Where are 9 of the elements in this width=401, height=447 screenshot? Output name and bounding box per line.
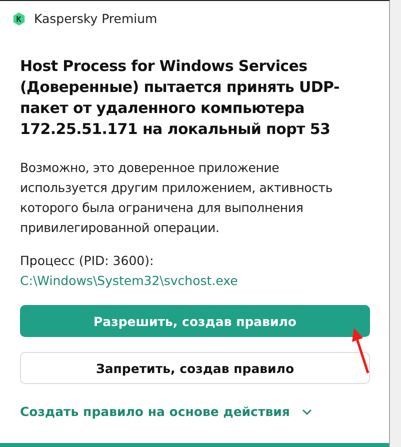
window-title: Kaspersky Premium bbox=[34, 11, 158, 26]
action-button[interactable]: Запретить, создав правило bbox=[20, 352, 370, 384]
description-text: Возможно, это доверенное приложение используется другим приложением, активность которого была ограничена для выполнения привилегированной операции. bbox=[20, 159, 334, 237]
logo-icon bbox=[12, 12, 26, 26]
process-path-link[interactable]: C:\Windows\System32\svchost.exe bbox=[20, 271, 238, 291]
action-button[interactable]: Разрешить, создав правило bbox=[20, 305, 370, 337]
create-rule-link[interactable]: Создать правило на основе действия bbox=[20, 404, 312, 419]
process-label: Процесс (PID: 3600): bbox=[20, 252, 155, 270]
heading: Host Process for Windows Services (Доверенные) пытается принять UDP-пакет от удаленного компьютера 172.25.51.171 на локальный порт 53 bbox=[20, 56, 340, 140]
